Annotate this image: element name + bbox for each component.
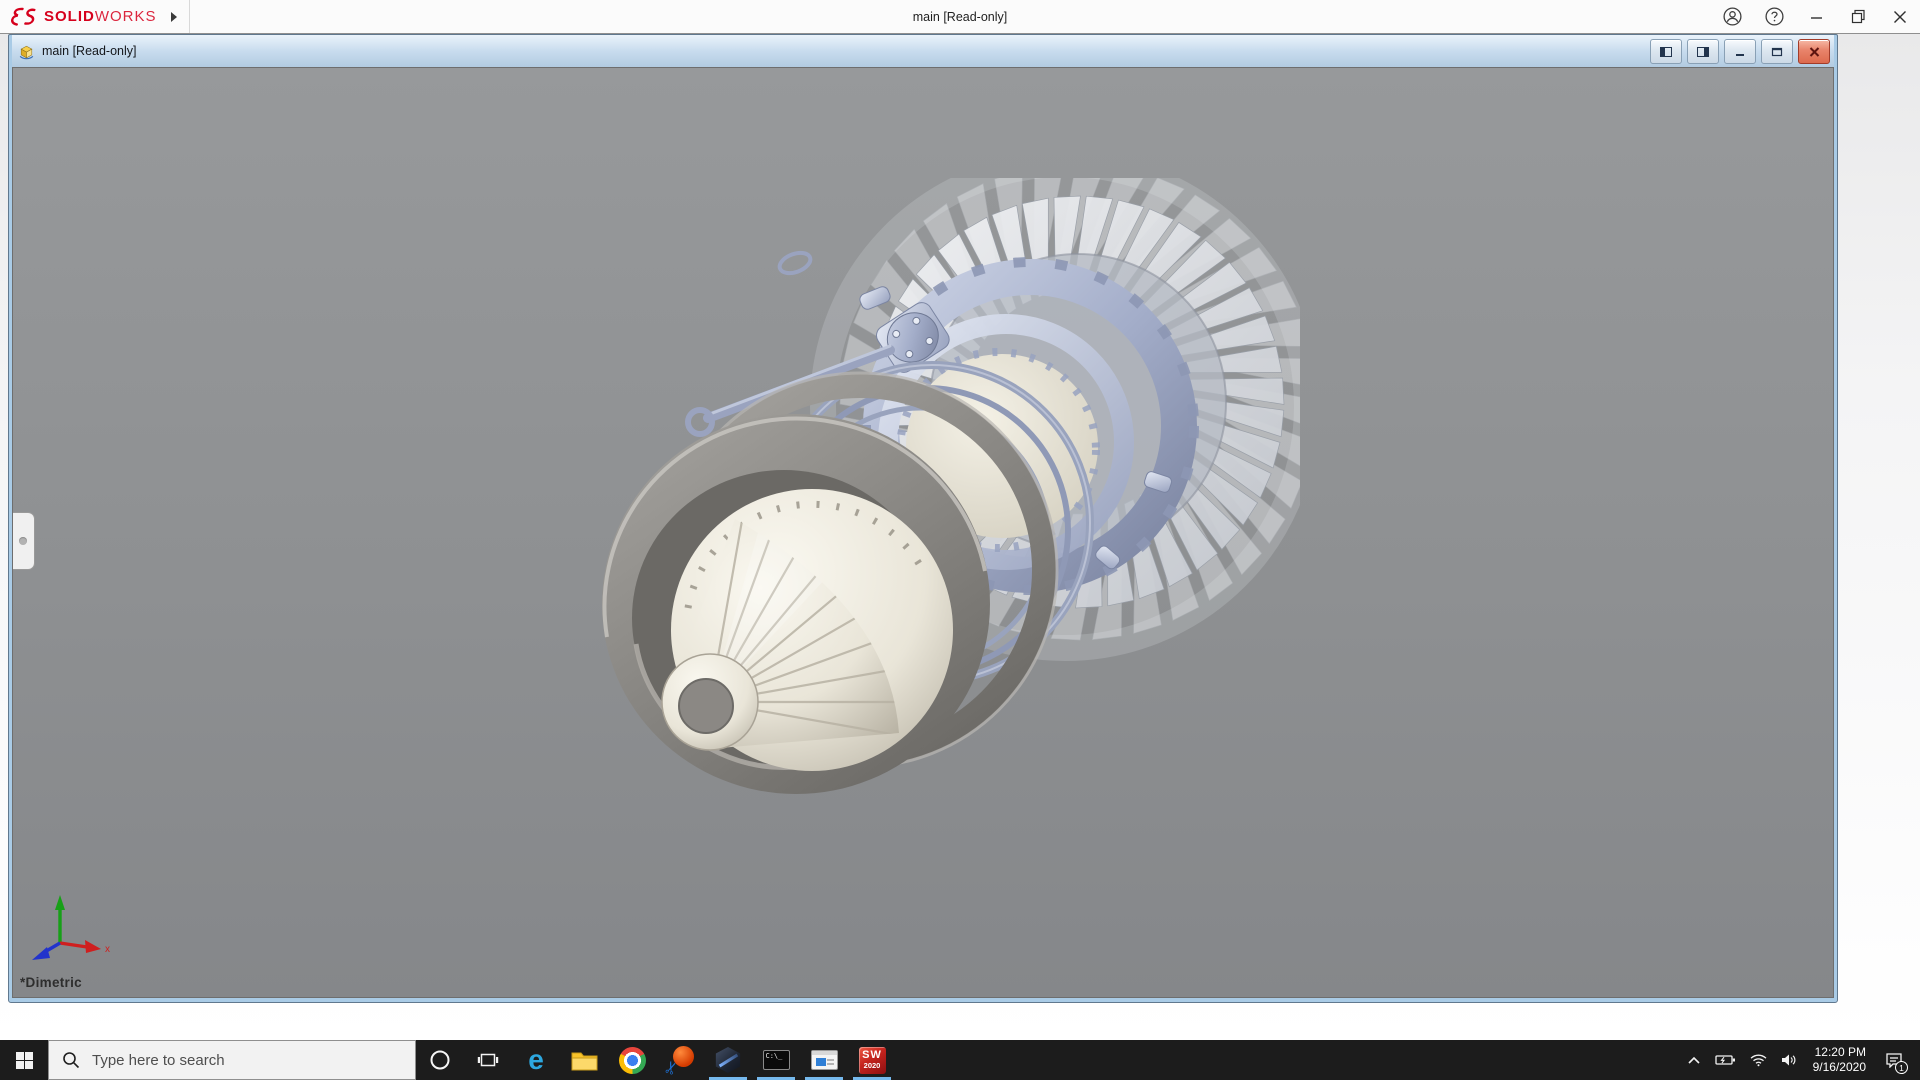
search-input[interactable] [90, 1050, 415, 1070]
doc-minimize-button[interactable] [1724, 39, 1756, 64]
taskbar-cortana-icon[interactable] [416, 1040, 464, 1080]
taskbar-screen-capture-icon[interactable]: ✂ [656, 1040, 704, 1080]
tray-battery-icon[interactable] [1708, 1040, 1743, 1080]
windows-taskbar: e ✂ C:\_ SW 2020 [0, 1040, 1920, 1080]
taskbar-system-window-icon[interactable] [800, 1040, 848, 1080]
panel-tab-grip-icon [19, 537, 27, 545]
solidworks-glyph-icon [11, 7, 36, 26]
triad-x-label: x [105, 944, 110, 955]
taskbar-edge-icon[interactable]: e [512, 1040, 560, 1080]
tray-chevron-up-icon[interactable] [1680, 1040, 1708, 1080]
tray-clock[interactable]: 12:20 PM 9/16/2020 [1804, 1045, 1875, 1075]
minimize-icon[interactable] [1806, 7, 1826, 27]
assembly-doc-icon [19, 45, 34, 59]
restore-icon[interactable] [1848, 7, 1868, 27]
split-left-button[interactable] [1650, 39, 1682, 64]
help-icon[interactable] [1764, 7, 1784, 27]
account-icon[interactable] [1722, 7, 1742, 27]
feature-panel-tab[interactable] [13, 512, 35, 570]
start-button[interactable] [0, 1040, 48, 1080]
split-right-button[interactable] [1687, 39, 1719, 64]
titlebar-divider [188, 0, 190, 33]
taskbar-search[interactable] [48, 1040, 416, 1080]
brand-wordmark: SOLIDWORKS [44, 8, 157, 25]
tray-volume-icon[interactable] [1774, 1040, 1804, 1080]
taskbar-file-explorer-icon[interactable] [560, 1040, 608, 1080]
taskbar-task-view-icon[interactable] [464, 1040, 512, 1080]
document-window: main [Read-only] x *Dimetric [8, 34, 1838, 1003]
search-icon [63, 1052, 80, 1069]
action-center-icon[interactable]: 1 [1875, 1040, 1913, 1080]
app-titlebar: SOLIDWORKS main [Read-only] [0, 0, 1920, 34]
tray-date: 9/16/2020 [1812, 1060, 1866, 1074]
document-titlebar[interactable]: main [Read-only] [12, 35, 1834, 67]
3d-viewport[interactable]: x *Dimetric [12, 67, 1834, 998]
menu-expand-arrow-icon[interactable] [170, 11, 177, 22]
windows-logo-icon [15, 1051, 33, 1069]
close-icon[interactable] [1890, 7, 1910, 27]
tray-wifi-icon[interactable] [1743, 1040, 1774, 1080]
taskbar-solidworks-icon[interactable]: SW 2020 [848, 1040, 896, 1080]
tray-time: 12:20 PM [1814, 1045, 1866, 1059]
app-window-title: main [Read-only] [912, 9, 1008, 24]
document-title: main [Read-only] [42, 44, 137, 58]
jet-engine-model[interactable] [560, 178, 1300, 858]
view-orientation-label: *Dimetric [20, 975, 82, 990]
app-client-area: main [Read-only] x *Dimetric [0, 34, 1920, 1040]
notification-badge: 1 [1895, 1061, 1908, 1074]
taskbar-chrome-icon[interactable] [608, 1040, 656, 1080]
taskbar-hexagon-app-icon[interactable] [704, 1040, 752, 1080]
solidworks-logo: SOLIDWORKS [0, 6, 157, 28]
doc-restore-button[interactable] [1761, 39, 1793, 64]
taskbar-command-prompt-icon[interactable]: C:\_ [752, 1040, 800, 1080]
orientation-triad[interactable]: x [17, 891, 117, 979]
doc-close-button[interactable] [1798, 39, 1830, 64]
